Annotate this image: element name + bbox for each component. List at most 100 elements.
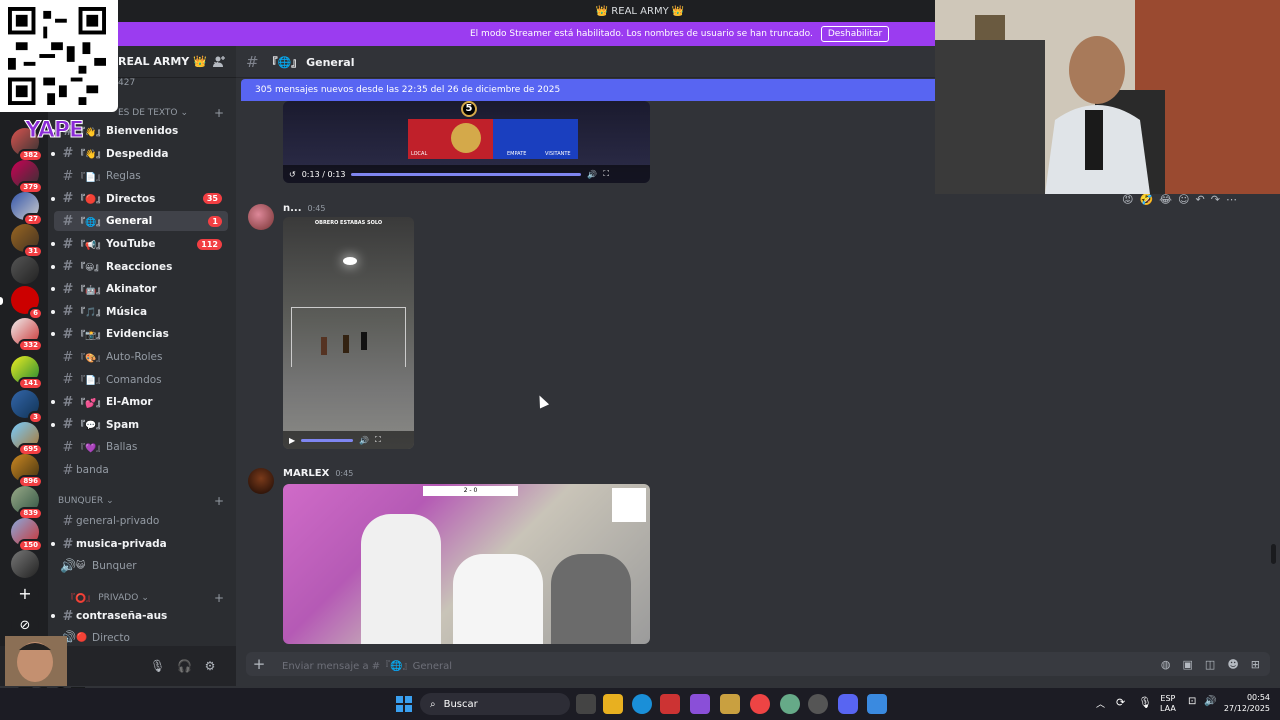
chevron-up-icon[interactable]: ︿	[1096, 697, 1105, 710]
add-reaction-icon[interactable]: ☺	[1178, 193, 1189, 206]
video-caption: OBRERO ESTABAS SOLO	[314, 220, 383, 226]
add-channel-icon[interactable]: +	[214, 106, 224, 120]
add-attachment-icon[interactable]: +	[246, 655, 272, 673]
fullscreen-icon[interactable]: ⛶	[375, 435, 381, 445]
server-icon[interactable]: 379	[11, 160, 43, 194]
video-attachment[interactable]: 2 - 0	[283, 484, 650, 644]
channel-el-amor[interactable]: # 『💕』 El-Amor	[51, 392, 228, 412]
windows-start-icon[interactable]	[396, 696, 412, 712]
edge-icon[interactable]	[632, 694, 652, 714]
channel-youtube[interactable]: # 『📢』 YouTube 112	[51, 234, 228, 254]
channel-auto-roles[interactable]: # 『🎨』 Auto-Roles	[54, 347, 228, 367]
chrome-icon[interactable]	[750, 694, 770, 714]
gif-icon[interactable]: ▣	[1183, 658, 1193, 671]
apps-icon[interactable]: ◍	[1161, 658, 1171, 671]
channel-akinator[interactable]: # 『🤖』 Akinator	[51, 279, 228, 299]
video-attachment[interactable]: 5 LOCAL EMPATE VISITANTE ↺ 0:13 / 0:13 🔊…	[283, 101, 650, 183]
channel-comandos[interactable]: # 『📄』 Comandos	[54, 370, 228, 390]
volume-icon[interactable]: 🔊	[359, 436, 369, 445]
app-icon[interactable]	[867, 694, 887, 714]
message-composer[interactable]: + Enviar mensaje a #『🌐』General ◍ ▣ ◫ ☻ ⊞	[246, 652, 1270, 676]
server-icon[interactable]	[11, 550, 39, 578]
app-icon[interactable]	[720, 694, 740, 714]
task-view-icon[interactable]	[576, 694, 596, 714]
channel-m-sica[interactable]: # 『🎵』 Música	[51, 302, 228, 322]
avatar[interactable]	[248, 468, 274, 494]
channel-general[interactable]: # 『🌐』 General 1	[54, 211, 228, 232]
add-server-icon[interactable]: +	[11, 580, 39, 608]
reaction-icon[interactable]: 🤣	[1139, 193, 1153, 206]
channel-general-privado[interactable]: # general-privado	[54, 511, 228, 531]
file-explorer-icon[interactable]	[603, 694, 623, 714]
app-icon[interactable]	[780, 694, 800, 714]
channel-reacciones[interactable]: # 『😀』 Reacciones	[51, 257, 228, 277]
video-attachment[interactable]: OBRERO ESTABAS SOLO ▶ 🔊 ⛶	[283, 217, 414, 449]
volume-icon[interactable]: 🔊	[587, 170, 597, 179]
sticker-icon[interactable]: ◫	[1205, 658, 1215, 671]
copilot-icon[interactable]	[690, 694, 710, 714]
channel-ballas[interactable]: # 『💜』 Ballas	[54, 437, 228, 457]
server-icon[interactable]: 332	[11, 318, 43, 352]
disable-streamer-button[interactable]: Deshabilitar	[820, 26, 890, 42]
message-author[interactable]: MARLEX 0:45	[283, 468, 353, 479]
reply-icon[interactable]: ↶	[1196, 193, 1205, 206]
language-indicator[interactable]: ESP LAA	[1160, 694, 1176, 714]
new-messages-bar[interactable]: 305 mensajes nuevos desde las 22:35 del …	[241, 79, 941, 101]
add-channel-icon[interactable]: +	[214, 591, 224, 605]
channel-spam[interactable]: # 『💬』 Spam	[51, 415, 228, 435]
hash-icon: #	[62, 536, 74, 552]
network-icon[interactable]: ⊡	[1188, 696, 1196, 707]
server-icon[interactable]: 150	[11, 518, 43, 552]
chevron-down-icon: ⌄	[180, 108, 189, 118]
server-icon[interactable]: 896	[11, 454, 43, 488]
microphone-icon[interactable]: 🎙	[150, 659, 165, 673]
voice-channel-bunquer[interactable]: 🔊 😺 Bunquer	[54, 556, 228, 576]
reaction-icon[interactable]: 😡	[1122, 193, 1133, 206]
app-icon[interactable]	[660, 694, 680, 714]
add-channel-icon[interactable]: +	[214, 494, 224, 508]
channel-evidencias[interactable]: # 『📸』 Evidencias	[51, 324, 228, 344]
video-time: 0:13 / 0:13	[301, 169, 346, 179]
server-icon[interactable]: 6	[11, 286, 43, 320]
server-icon[interactable]: 3	[11, 390, 43, 424]
server-icon[interactable]: 695	[11, 422, 43, 456]
message-author[interactable]: n... 0:45	[283, 203, 325, 214]
play-icon[interactable]: ▶	[289, 436, 295, 445]
sync-icon[interactable]: ⟳	[1116, 696, 1125, 709]
server-icon[interactable]: 31	[11, 224, 43, 258]
volume-icon[interactable]: 🔊	[1204, 696, 1216, 707]
server-icon[interactable]: 141	[11, 356, 43, 390]
headphones-icon[interactable]: 🎧	[177, 659, 192, 673]
server-icon[interactable]: 839	[11, 486, 43, 520]
replay-icon[interactable]: ↺	[289, 170, 296, 179]
gift-icon[interactable]: ⊞	[1251, 658, 1260, 671]
scrollbar[interactable]	[1271, 544, 1276, 564]
reaction-icon[interactable]: 😂	[1159, 193, 1172, 206]
channel-directos[interactable]: # 『🔴』 Directos 35	[51, 189, 228, 209]
voice-channel-directo[interactable]: 🔊 🔴 Directo	[54, 628, 228, 648]
invite-icon[interactable]	[212, 55, 226, 69]
channel-despedida[interactable]: # 『👋』 Despedida	[51, 144, 228, 164]
channel-reglas[interactable]: # 『📄』 Reglas	[54, 166, 228, 186]
channel-banda[interactable]: # banda	[54, 460, 228, 480]
forward-icon[interactable]: ↷	[1211, 193, 1220, 206]
channel-musica-privada[interactable]: # musica-privada	[51, 534, 228, 554]
taskbar-search[interactable]: ⌕ Buscar	[420, 693, 570, 715]
discord-icon[interactable]	[838, 694, 858, 714]
fullscreen-icon[interactable]: ⛶	[603, 169, 609, 179]
clock[interactable]: 00:54 27/12/2025	[1224, 692, 1270, 714]
category-privado[interactable]: 『⭕』 PRIVADO ⌄ +	[58, 591, 228, 605]
progress-bar[interactable]	[301, 438, 354, 442]
server-icon[interactable]: 27	[11, 192, 43, 226]
channel-emoji: 『🎨』	[76, 353, 106, 364]
progress-bar[interactable]	[351, 172, 582, 176]
emoji-icon[interactable]: ☻	[1227, 658, 1238, 671]
settings-icon[interactable]: ⚙	[203, 659, 217, 673]
server-icon[interactable]	[11, 256, 39, 284]
app-icon[interactable]	[808, 694, 828, 714]
microphone-icon[interactable]: 🎙	[1138, 696, 1152, 709]
channel-contrasena-aus[interactable]: # contraseña-aus	[51, 606, 228, 626]
category-bunquer[interactable]: BUNQUER ⌄ +	[58, 494, 228, 508]
avatar[interactable]	[248, 204, 274, 230]
more-icon[interactable]: ⋯	[1226, 193, 1237, 206]
